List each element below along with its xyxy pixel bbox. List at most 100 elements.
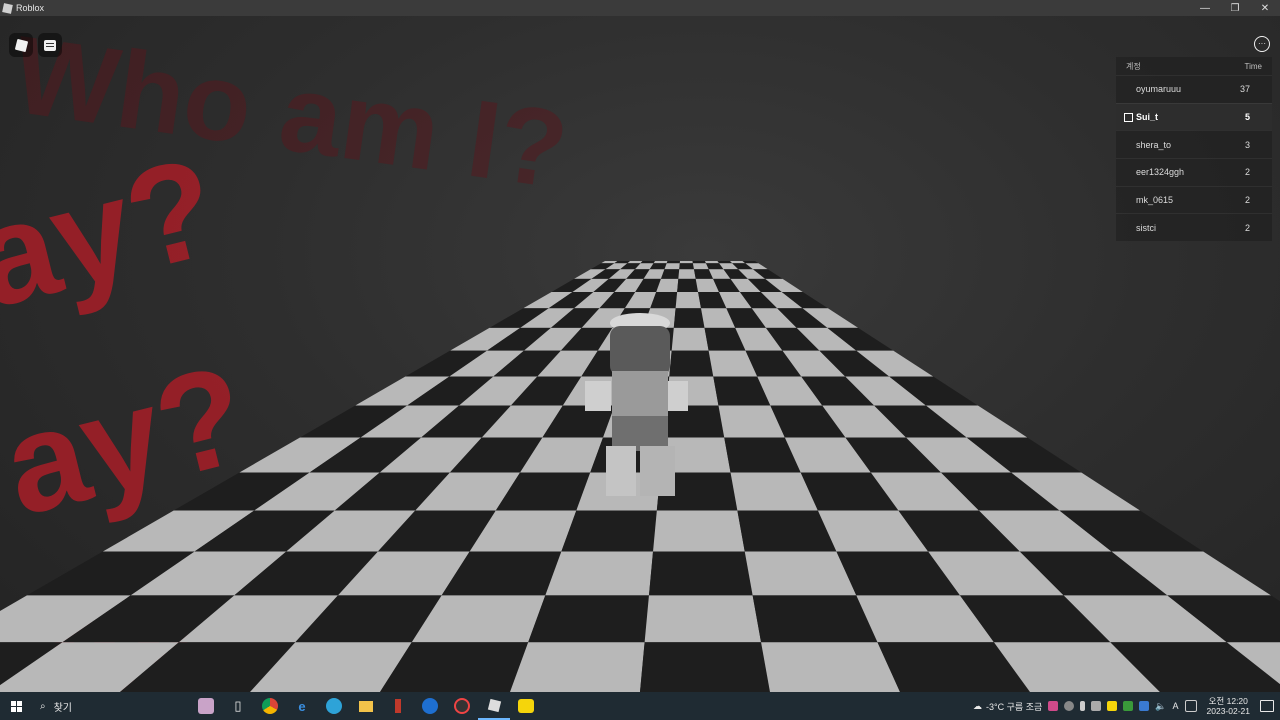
weather-widget[interactable]: ☁ -3°C 구름 조금 [973, 700, 1042, 713]
floor-tile [678, 269, 696, 279]
player-time: 2 [1244, 167, 1250, 178]
leaderboard-row[interactable]: mk_0615 2 [1116, 185, 1272, 214]
file-explorer-icon[interactable] [350, 692, 382, 720]
floor-tile [644, 595, 762, 643]
app-blue-circle-icon[interactable] [414, 692, 446, 720]
search-icon: ⌕ [40, 700, 46, 712]
floor-tile [692, 261, 707, 264]
system-tray: ☁ -3°C 구름 조금 🔈 A 오전 12:20 2023-02-21 [973, 696, 1280, 716]
player-name: oyumaruuu [1136, 84, 1182, 95]
game-viewport[interactable]: Who am I? ay? ay? ay ··· 계정 Time [0, 16, 1280, 692]
chat-icon [44, 39, 56, 51]
taskbar-search[interactable]: ⌕ 찾기 [32, 692, 190, 720]
floor-tile [528, 595, 649, 643]
window-title-bar: Roblox — ❐ ✕ [0, 0, 1280, 16]
clock-time: 오전 12:20 [1208, 696, 1248, 706]
floor-tile [653, 261, 668, 264]
floor-tile [671, 327, 709, 351]
tray-app-icon[interactable] [1091, 701, 1102, 711]
roblox-menu-button[interactable] [9, 33, 33, 57]
bluetooth-icon[interactable] [1139, 701, 1150, 711]
taskbar-clock[interactable]: 오전 12:20 2023-02-21 [1207, 696, 1250, 716]
leaderboard-row[interactable]: sistci 2 [1116, 213, 1272, 241]
player-name-group: Sui_t [1124, 112, 1158, 122]
cloud-icon: ☁ [973, 700, 983, 711]
game-scene: Who am I? ay? ay? ay [0, 16, 1280, 692]
premium-icon [1124, 112, 1133, 122]
floor-tile [692, 263, 709, 270]
leaderboard-row-self[interactable]: Sui_t 5 [1116, 102, 1272, 131]
chrome-icon[interactable] [254, 692, 286, 720]
player-name: sistci [1136, 222, 1156, 233]
keyboard-icon[interactable] [1184, 700, 1197, 712]
floor-tile [669, 350, 714, 377]
leaderboard-header-time: Time [1244, 61, 1262, 71]
weather-text: -3°C 구름 조금 [986, 701, 1043, 712]
leaderboard-row[interactable]: eer1324ggh 2 [1116, 158, 1272, 186]
app-red-icon[interactable] [382, 692, 414, 720]
player-time: 3 [1244, 139, 1250, 150]
player-time: 2 [1244, 195, 1250, 206]
internet-explorer-icon[interactable]: e [286, 692, 318, 720]
taskbar-game-icon[interactable] [190, 692, 222, 720]
floor-tile [705, 261, 720, 264]
leaderboard-row[interactable]: shera_to 3 [1116, 130, 1272, 158]
tray-app-icon[interactable] [1048, 701, 1059, 711]
tray-app-icon[interactable] [1064, 701, 1075, 711]
wall-text-1: ay? [0, 127, 232, 338]
microphone-icon[interactable] [1080, 701, 1086, 711]
floor-tile [648, 551, 753, 596]
speaker-icon[interactable]: 🔈 [1155, 701, 1166, 712]
floor-tile [679, 263, 694, 270]
leaderboard-header-player: 계정 [1126, 61, 1141, 71]
floor-tile [510, 642, 645, 692]
leaderboard: 계정 Time oyumaruuu 37 Sui_t 5 shera_to 3 … [1116, 57, 1272, 242]
roblox-taskbar-icon[interactable] [478, 692, 510, 720]
floor-tile [664, 263, 680, 270]
floor-tile [653, 510, 745, 552]
kakaotalk-icon[interactable] [510, 692, 542, 720]
chat-button[interactable] [38, 33, 62, 57]
floor-tile [627, 261, 643, 264]
floor-tile [717, 261, 733, 264]
task-view-icon[interactable]: ▯ [222, 692, 254, 720]
floor-tile [666, 261, 680, 264]
roblox-app-icon [2, 2, 13, 14]
app-circle-icon[interactable] [446, 692, 478, 720]
tray-app-icon[interactable] [1123, 701, 1134, 711]
floor-tile [640, 261, 655, 264]
search-label: 찾기 [53, 702, 73, 714]
player-name: mk_0615 [1136, 195, 1174, 206]
leaderboard-header: 계정 Time [1116, 57, 1272, 75]
edge-icon[interactable] [318, 692, 350, 720]
player-time: 37 [1239, 84, 1250, 95]
windows-taskbar: ⌕ 찾기 ▯ e ☁ -3°C 구름 조금 🔈 A 오전 12:20 2023-… [0, 692, 1280, 720]
floor-tile [677, 278, 699, 292]
player-time: 2 [1244, 222, 1250, 233]
floor-tile [673, 308, 705, 328]
clock-date: 2023-02-21 [1206, 706, 1250, 716]
ime-indicator[interactable]: A [1173, 701, 1179, 711]
floor-tile [545, 551, 654, 596]
start-button[interactable] [0, 692, 32, 720]
window-title: Roblox [16, 3, 45, 13]
floor-tile [561, 510, 657, 552]
floor-tile [640, 642, 770, 692]
floor-tile [752, 595, 878, 643]
notification-icon[interactable] [1260, 700, 1274, 712]
minimize-button[interactable]: — [1190, 0, 1220, 16]
player-time: 5 [1244, 112, 1250, 123]
floor-tile [761, 642, 900, 692]
restore-button[interactable]: ❐ [1220, 0, 1250, 16]
floor-tile [675, 291, 702, 309]
roblox-logo-icon [14, 38, 28, 52]
close-button[interactable]: ✕ [1250, 0, 1280, 16]
player-name: eer1324ggh [1136, 167, 1185, 178]
tray-kakaotalk-icon[interactable] [1107, 701, 1118, 711]
windows-logo-icon [10, 700, 22, 712]
floor-tile [679, 261, 693, 264]
leaderboard-row[interactable]: oyumaruuu 37 [1116, 75, 1272, 103]
player-name: Sui_t [1136, 112, 1159, 123]
player-name: shera_to [1136, 139, 1172, 150]
more-options-button[interactable]: ··· [1254, 36, 1270, 52]
